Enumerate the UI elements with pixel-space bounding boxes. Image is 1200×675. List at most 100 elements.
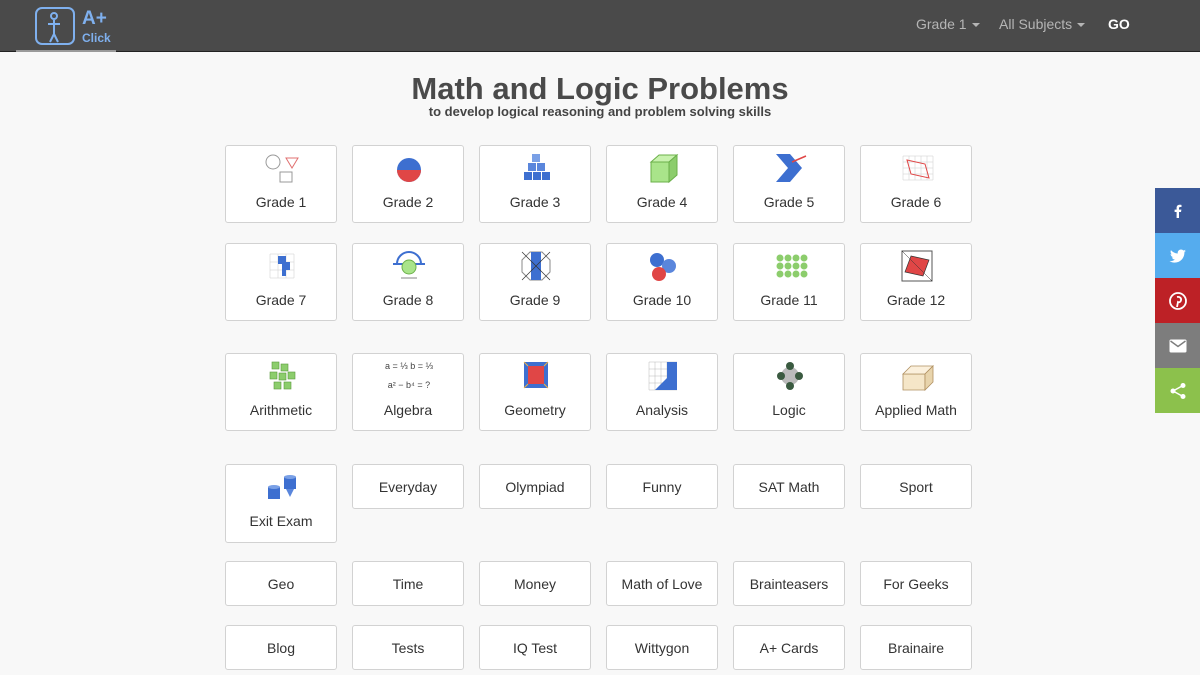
tile-for-geeks[interactable]: For Geeks [860, 561, 972, 606]
tile-everyday[interactable]: Everyday [352, 464, 464, 509]
tile-label: Analysis [635, 402, 689, 418]
tile-iq-test[interactable]: IQ Test [479, 625, 591, 670]
tile-money[interactable]: Money [479, 561, 591, 606]
algebra-formula-icon: a = ⅓ b = ⅓ a² − b⁴ = ? [353, 360, 465, 392]
logo-text: A+ [82, 8, 107, 29]
tile-applied-math[interactable]: Applied Math [860, 353, 972, 431]
tile-label: Grade 2 [382, 194, 434, 210]
tile-exit-exam[interactable]: Exit Exam [225, 464, 337, 543]
tile-label: Grade 8 [382, 292, 434, 308]
tile-label: Sport [899, 479, 933, 495]
chevron-down-icon [971, 23, 980, 28]
tile-label: Brainaire [887, 640, 945, 656]
algebra-formula-line: a² − b⁴ = ? [387, 380, 431, 390]
tile-arithmetic[interactable]: Arithmetic [225, 353, 337, 431]
tile-label: Grade 1 [255, 194, 307, 210]
email-share-button[interactable] [1155, 323, 1200, 368]
tile-grade-3[interactable]: Grade 3 [479, 145, 591, 223]
grade-dropdown[interactable]: Grade 1 [916, 16, 980, 32]
top-navbar: A+ Click Grade 1 All Subjects GO [0, 0, 1200, 52]
tile-label: Algebra [383, 402, 433, 418]
tile-label: Olympiad [505, 479, 565, 495]
tile-grade-12[interactable]: Grade 12 [860, 243, 972, 321]
tile-label: Grade 10 [632, 292, 692, 308]
tile-grade-7[interactable]: Grade 7 [225, 243, 337, 321]
tile-grade-11[interactable]: Grade 11 [733, 243, 845, 321]
tile-label: Wittygon [634, 640, 690, 656]
tile-label: Applied Math [875, 402, 957, 418]
tile-label: A+ Cards [759, 640, 819, 656]
subjects-dropdown[interactable]: All Subjects [999, 16, 1086, 32]
arch-ball-icon [393, 251, 425, 279]
number-cubes-icon [269, 361, 296, 390]
subjects-dropdown-label: All Subjects [999, 16, 1073, 32]
grid-diagram-icon [902, 155, 934, 181]
tile-analysis[interactable]: Analysis [606, 353, 718, 431]
tile-grade-4[interactable]: Grade 4 [606, 145, 718, 223]
grid-chart-icon [648, 361, 677, 391]
tile-grade-6[interactable]: Grade 6 [860, 145, 972, 223]
tile-tests[interactable]: Tests [352, 625, 464, 670]
chevron-down-icon [1077, 23, 1086, 28]
tile-label: Funny [642, 479, 682, 495]
go-button[interactable]: GO [1108, 16, 1130, 32]
tile-math-of-love[interactable]: Math of Love [606, 561, 718, 606]
tile-a-plus-cards[interactable]: A+ Cards [733, 625, 845, 670]
tile-funny[interactable]: Funny [606, 464, 718, 509]
tile-grade-5[interactable]: Grade 5 [733, 145, 845, 223]
grid-figure-icon [269, 253, 295, 279]
arrow-icon [776, 154, 807, 182]
dots-grid-icon [776, 254, 808, 278]
site-logo[interactable]: A+ Click [16, 0, 116, 52]
tile-label: Geo [267, 576, 295, 592]
tile-grade-1[interactable]: Grade 1 [225, 145, 337, 223]
hex-graph-icon [777, 362, 803, 390]
twitter-share-button[interactable] [1155, 233, 1200, 278]
octagon-icon [521, 251, 551, 281]
tile-brainaire[interactable]: Brainaire [860, 625, 972, 670]
tile-label: Grade 7 [255, 292, 307, 308]
tile-label: Everyday [378, 479, 438, 495]
tile-wittygon[interactable]: Wittygon [606, 625, 718, 670]
logo-figure-icon [35, 7, 75, 45]
grade-dropdown-label: Grade 1 [916, 16, 967, 32]
tile-label: Tests [391, 640, 425, 656]
facebook-share-button[interactable] [1155, 188, 1200, 233]
tile-sport[interactable]: Sport [860, 464, 972, 509]
square-diagram-icon [523, 361, 549, 389]
tile-grade-8[interactable]: Grade 8 [352, 243, 464, 321]
box-icon [902, 365, 934, 391]
tile-geo[interactable]: Geo [225, 561, 337, 606]
tile-brainteasers[interactable]: Brainteasers [733, 561, 845, 606]
tile-label: Grade 6 [890, 194, 942, 210]
tile-grade-2[interactable]: Grade 2 [352, 145, 464, 223]
shapes-icon [265, 154, 299, 183]
tile-olympiad[interactable]: Olympiad [479, 464, 591, 509]
tile-sat-math[interactable]: SAT Math [733, 464, 845, 509]
cylinders-icon [268, 475, 296, 499]
ball-icon [397, 158, 421, 182]
tile-label: Grade 3 [509, 194, 561, 210]
pinterest-icon [1168, 291, 1187, 310]
tile-logic[interactable]: Logic [733, 353, 845, 431]
share-icon [1170, 382, 1185, 399]
tile-label: Arithmetic [249, 402, 313, 418]
tile-geometry[interactable]: Geometry [479, 353, 591, 431]
cube-icon [649, 153, 679, 184]
tile-label: Logic [772, 402, 806, 418]
tile-grade-9[interactable]: Grade 9 [479, 243, 591, 321]
tile-algebra[interactable]: a = ⅓ b = ⅓ a² − b⁴ = ? Algebra [352, 353, 464, 431]
tile-label: Grade 4 [636, 194, 688, 210]
tile-blog[interactable]: Blog [225, 625, 337, 670]
tile-label: Money [513, 576, 557, 592]
tile-label: Grade 5 [763, 194, 815, 210]
molecule-icon [650, 253, 676, 281]
tile-label: Brainteasers [749, 576, 829, 592]
tile-time[interactable]: Time [352, 561, 464, 606]
pinterest-share-button[interactable] [1155, 278, 1200, 323]
tile-grade-10[interactable]: Grade 10 [606, 243, 718, 321]
email-icon [1169, 339, 1186, 352]
tile-label: Geometry [504, 402, 566, 418]
more-share-button[interactable] [1155, 368, 1200, 413]
tile-label: Blog [266, 640, 296, 656]
